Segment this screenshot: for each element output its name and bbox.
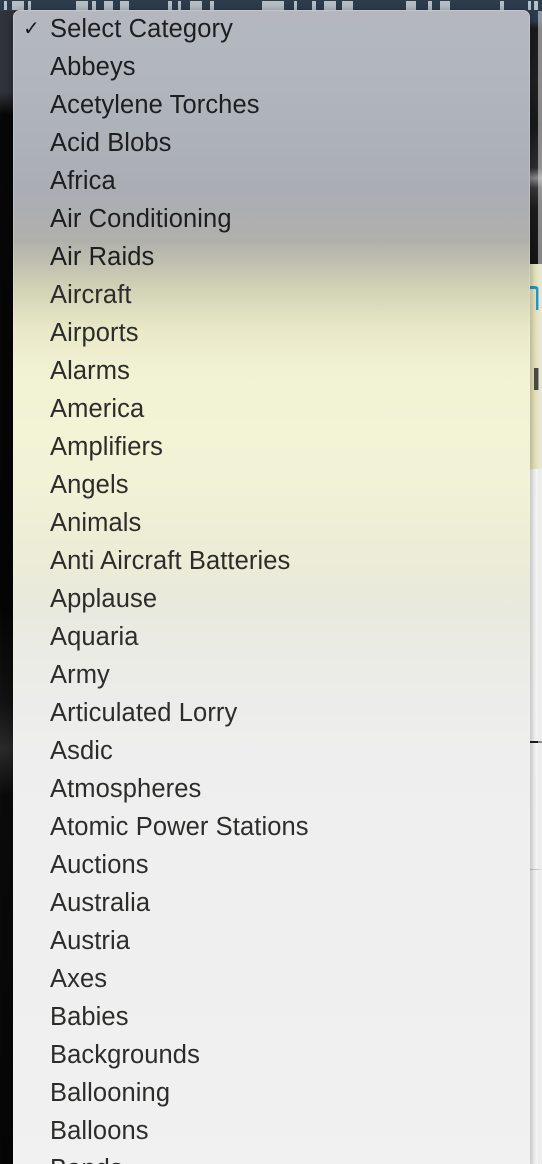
dropdown-item-austria[interactable]: ✓Austria bbox=[13, 922, 530, 960]
checkmark-slot-empty: ✓ bbox=[22, 1045, 50, 1065]
checkmark-icon: ✓ bbox=[23, 18, 40, 40]
dropdown-item-label: Aquaria bbox=[50, 623, 139, 651]
checkmark-slot-empty: ✓ bbox=[22, 133, 50, 153]
checkmark-slot-empty: ✓ bbox=[22, 513, 50, 533]
checkmark-slot-empty: ✓ bbox=[22, 399, 50, 419]
dropdown-item-amplifiers[interactable]: ✓Amplifiers bbox=[13, 428, 530, 466]
dropdown-item-air-conditioning[interactable]: ✓Air Conditioning bbox=[13, 200, 530, 238]
checkmark-slot-empty: ✓ bbox=[22, 57, 50, 77]
checkmark-slot-empty: ✓ bbox=[22, 1121, 50, 1141]
checkmark-slot-empty: ✓ bbox=[22, 589, 50, 609]
dropdown-item-aquaria[interactable]: ✓Aquaria bbox=[13, 618, 530, 656]
checkmark-slot-empty: ✓ bbox=[22, 361, 50, 381]
checkmark-slot-empty: ✓ bbox=[22, 285, 50, 305]
dropdown-item-africa[interactable]: ✓Africa bbox=[13, 162, 530, 200]
dropdown-item-alarms[interactable]: ✓Alarms bbox=[13, 352, 530, 390]
dropdown-item-asdic[interactable]: ✓Asdic bbox=[13, 732, 530, 770]
dropdown-item-label: Balloons bbox=[50, 1117, 149, 1145]
dropdown-item-atomic-power-stations[interactable]: ✓Atomic Power Stations bbox=[13, 808, 530, 846]
dropdown-item-label: Angels bbox=[50, 471, 129, 499]
dropdown-item-list: ✓Select Category✓Abbeys✓Acetylene Torche… bbox=[13, 10, 530, 1164]
dropdown-item-label: Acetylene Torches bbox=[50, 91, 260, 119]
dropdown-item-babies[interactable]: ✓Babies bbox=[13, 998, 530, 1036]
dropdown-item-label: Articulated Lorry bbox=[50, 699, 238, 727]
dropdown-item-australia[interactable]: ✓Australia bbox=[13, 884, 530, 922]
checkmark-slot-empty: ✓ bbox=[22, 209, 50, 229]
dropdown-item-label: Atomic Power Stations bbox=[50, 813, 309, 841]
dropdown-item-aircraft[interactable]: ✓Aircraft bbox=[13, 276, 530, 314]
dropdown-item-label: Ballooning bbox=[50, 1079, 171, 1107]
dropdown-item-label: Babies bbox=[50, 1003, 129, 1031]
dropdown-item-label: Air Raids bbox=[50, 243, 155, 271]
dropdown-item-label: Acid Blobs bbox=[50, 129, 172, 157]
dropdown-item-label: Africa bbox=[50, 167, 116, 195]
screen: ✓Select Category✓Abbeys✓Acetylene Torche… bbox=[0, 0, 542, 1164]
dropdown-item-backgrounds[interactable]: ✓Backgrounds bbox=[13, 1036, 530, 1074]
checkmark-slot-empty: ✓ bbox=[22, 665, 50, 685]
dropdown-item-articulated-lorry[interactable]: ✓Articulated Lorry bbox=[13, 694, 530, 732]
dropdown-item-ballooning[interactable]: ✓Ballooning bbox=[13, 1074, 530, 1112]
dropdown-item-axes[interactable]: ✓Axes bbox=[13, 960, 530, 998]
background-dark-left-strip bbox=[0, 11, 14, 1164]
checkmark-slot-empty: ✓ bbox=[22, 703, 50, 723]
dropdown-item-atmospheres[interactable]: ✓Atmospheres bbox=[13, 770, 530, 808]
dropdown-item-label: Alarms bbox=[50, 357, 130, 385]
checkmark-slot-empty: ✓ bbox=[22, 931, 50, 951]
checkmark-slot-empty: ✓ bbox=[22, 779, 50, 799]
dropdown-item-label: Australia bbox=[50, 889, 151, 917]
dropdown-item-label: Austria bbox=[50, 927, 131, 955]
dropdown-item-balloons[interactable]: ✓Balloons bbox=[13, 1112, 530, 1150]
checkmark-slot-empty: ✓ bbox=[22, 627, 50, 647]
checkmark-slot-empty: ✓ bbox=[22, 741, 50, 761]
checkmark-slot-empty: ✓ bbox=[22, 817, 50, 837]
dropdown-item-america[interactable]: ✓America bbox=[13, 390, 530, 428]
dropdown-item-auctions[interactable]: ✓Auctions bbox=[13, 846, 530, 884]
dropdown-item-label: Army bbox=[50, 661, 110, 689]
dropdown-item-applause[interactable]: ✓Applause bbox=[13, 580, 530, 618]
dropdown-item-airports[interactable]: ✓Airports bbox=[13, 314, 530, 352]
category-select-dropdown[interactable]: ✓Select Category✓Abbeys✓Acetylene Torche… bbox=[13, 10, 530, 1164]
dropdown-item-air-raids[interactable]: ✓Air Raids bbox=[13, 238, 530, 276]
dropdown-item-label: Backgrounds bbox=[50, 1041, 200, 1069]
dropdown-item-label: Animals bbox=[50, 509, 142, 537]
dropdown-item-label: Abbeys bbox=[50, 53, 136, 81]
dropdown-item-label: Bands bbox=[50, 1154, 123, 1164]
dropdown-item-abbeys[interactable]: ✓Abbeys bbox=[13, 48, 530, 86]
dropdown-item-label: Asdic bbox=[50, 737, 113, 765]
checkmark-slot-empty: ✓ bbox=[22, 855, 50, 875]
checkmark-slot-empty: ✓ bbox=[22, 437, 50, 457]
checkmark-slot-empty: ✓ bbox=[22, 323, 50, 343]
dropdown-item-label: America bbox=[50, 395, 145, 423]
dropdown-item-acid-blobs[interactable]: ✓Acid Blobs bbox=[13, 124, 530, 162]
background-right-edge bbox=[538, 11, 542, 1164]
dropdown-item-label: Applause bbox=[50, 585, 158, 613]
dropdown-item-acetylene-torches[interactable]: ✓Acetylene Torches bbox=[13, 86, 530, 124]
checkmark-slot-empty: ✓ bbox=[22, 551, 50, 571]
dropdown-item-label: Aircraft bbox=[50, 281, 132, 309]
dropdown-item-angels[interactable]: ✓Angels bbox=[13, 466, 530, 504]
dropdown-item-label: Amplifiers bbox=[50, 433, 163, 461]
dropdown-item-label: Anti Aircraft Batteries bbox=[50, 547, 291, 575]
dropdown-item-anti-aircraft-batteries[interactable]: ✓Anti Aircraft Batteries bbox=[13, 542, 530, 580]
dropdown-item-army[interactable]: ✓Army bbox=[13, 656, 530, 694]
checkmark-slot-empty: ✓ bbox=[22, 475, 50, 495]
dropdown-item-label: Atmospheres bbox=[50, 775, 202, 803]
checkmark-slot-empty: ✓ bbox=[22, 247, 50, 267]
dropdown-item-label: Airports bbox=[50, 319, 139, 347]
dropdown-item-label: Air Conditioning bbox=[50, 205, 232, 233]
dropdown-item-select-category[interactable]: ✓ Select Category bbox=[13, 10, 530, 48]
checkmark-slot-empty: ✓ bbox=[22, 1083, 50, 1103]
dropdown-item-animals[interactable]: ✓Animals bbox=[13, 504, 530, 542]
dropdown-item-label: Axes bbox=[50, 965, 108, 993]
checkmark-slot-empty: ✓ bbox=[22, 1007, 50, 1027]
checkmark-slot-empty: ✓ bbox=[22, 171, 50, 191]
dropdown-item-bands[interactable]: ✓Bands bbox=[13, 1150, 530, 1164]
checkmark-slot-empty: ✓ bbox=[22, 893, 50, 913]
dropdown-item-label: Auctions bbox=[50, 851, 149, 879]
dropdown-item-label: Select Category bbox=[50, 15, 233, 43]
checkmark-slot-empty: ✓ bbox=[22, 1159, 50, 1164]
checkmark-slot-empty: ✓ bbox=[22, 969, 50, 989]
checkmark-slot-empty: ✓ bbox=[22, 95, 50, 115]
